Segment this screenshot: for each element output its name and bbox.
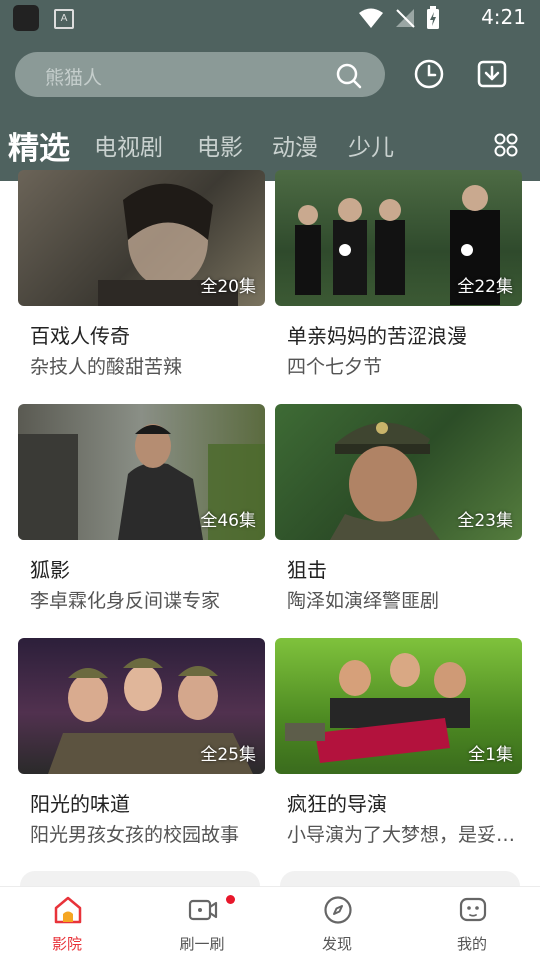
tab-anime[interactable]: 动漫 [272,128,318,162]
notification-dot [226,895,235,904]
nav-label: 发现 [321,935,352,953]
nav-cinema[interactable]: 影院 [17,887,117,961]
video-camera-icon [188,899,218,921]
video-thumbnail[interactable]: 全25集 [18,638,265,774]
search-placeholder: 熊猫人 [45,67,103,89]
tab-featured[interactable]: 精选 [8,123,70,168]
search-input[interactable]: 熊猫人 [15,52,385,97]
episode-badge: 全22集 [457,277,513,297]
search-icon[interactable] [335,62,363,90]
episode-badge: 全1集 [468,745,513,765]
nav-discover[interactable]: 发现 [287,887,387,961]
home-icon [54,896,82,924]
episode-badge: 全20集 [200,277,256,297]
no-signal-icon [396,9,415,28]
status-time: 4:21 [481,5,526,29]
category-tabs: 精选 电视剧 电影 动漫 少儿 [0,120,540,170]
grid-menu-icon[interactable] [494,132,518,158]
video-thumbnail[interactable]: 全1集 [275,638,522,774]
battery-charging-icon [427,6,439,29]
video-subtitle: 阳光男孩女孩的校园故事 [30,824,240,846]
nav-label: 我的 [456,935,487,953]
video-thumbnail[interactable]: 全46集 [18,404,265,540]
wifi-icon [359,8,383,28]
download-icon[interactable] [476,58,508,90]
status-bar: A 4:21 [0,0,540,36]
compass-icon [324,896,352,924]
video-subtitle: 小导演为了大梦想，是妥协... [287,824,519,846]
tab-movies[interactable]: 电影 [197,128,243,162]
a-app-icon: A [54,9,74,29]
tab-tv-series[interactable]: 电视剧 [94,128,163,162]
video-thumbnail[interactable]: 全22集 [275,170,522,306]
bottom-nav: 影院 刷一刷 发现 我的 [0,886,540,961]
nav-label: 刷一刷 [179,935,225,953]
nav-shorts[interactable]: 刷一刷 [152,887,252,961]
nav-label: 影院 [51,935,82,953]
video-title[interactable]: 狐影 [30,554,70,583]
tab-kids[interactable]: 少儿 [348,128,394,162]
video-title[interactable]: 单亲妈妈的苦涩浪漫 [287,320,467,349]
app-notification-icon [13,5,39,31]
video-subtitle: 四个七夕节 [287,356,383,378]
video-title[interactable]: 疯狂的导演 [287,788,387,817]
episode-badge: 全46集 [200,511,256,531]
video-subtitle: 杂技人的酸甜苦辣 [30,356,183,378]
clock-icon[interactable] [413,58,445,90]
video-title[interactable]: 百戏人传奇 [30,320,130,349]
profile-face-icon [459,897,487,922]
video-title[interactable]: 阳光的味道 [30,788,130,817]
video-thumbnail[interactable]: 全23集 [275,404,522,540]
episode-badge: 全25集 [200,745,256,765]
video-title[interactable]: 狙击 [287,554,327,583]
episode-badge: 全23集 [457,511,513,531]
video-thumbnail[interactable]: 全20集 [18,170,265,306]
video-subtitle: 李卓霖化身反间谍专家 [30,590,221,612]
video-subtitle: 陶泽如演绎警匪剧 [287,590,440,612]
nav-profile[interactable]: 我的 [422,887,522,961]
